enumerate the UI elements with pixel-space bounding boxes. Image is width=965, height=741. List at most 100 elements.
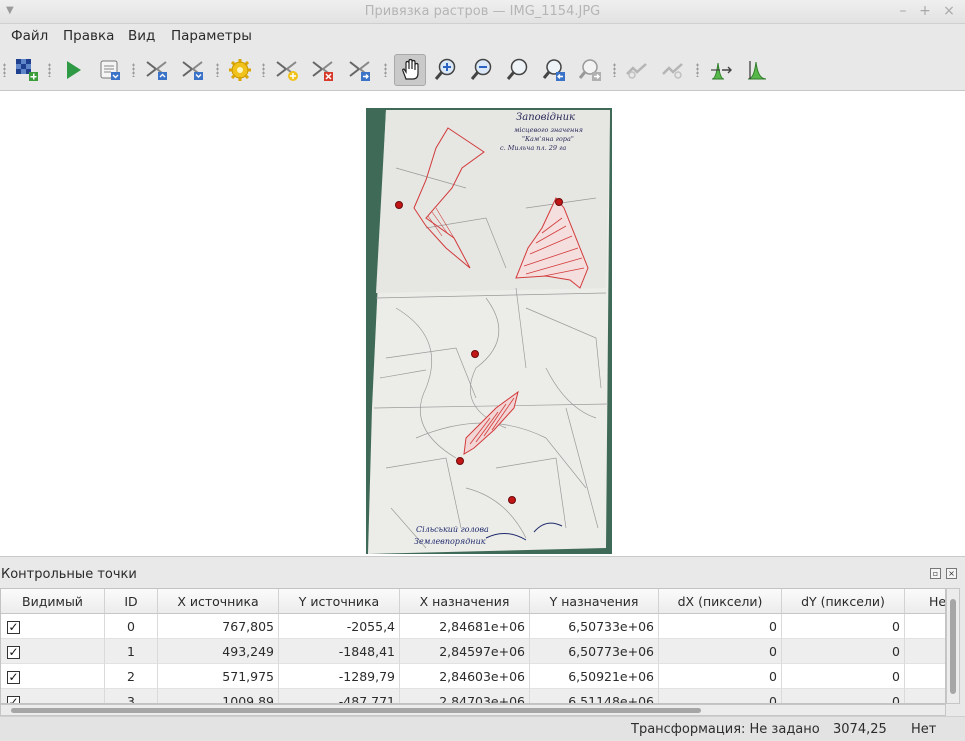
- x-src-cell[interactable]: 1009,89: [158, 689, 279, 703]
- visible-cell: ✓: [1, 614, 105, 639]
- visible-checkbox[interactable]: ✓: [7, 621, 20, 634]
- y-dst-cell[interactable]: 6,50733e+06: [530, 614, 659, 639]
- float-panel-icon[interactable]: ▫: [930, 568, 941, 579]
- x-dst-cell[interactable]: 2,84703e+06: [400, 689, 530, 703]
- table-row[interactable]: ✓ 1 493,249 -1848,41 2,84597e+06 6,50773…: [1, 639, 945, 664]
- toolbar-grip[interactable]: [3, 63, 6, 77]
- toolbar-grip[interactable]: [48, 63, 51, 77]
- column-header-dx[interactable]: dX (пиксели): [659, 589, 782, 614]
- y-dst-cell[interactable]: 6,51148e+06: [530, 689, 659, 703]
- add-point-button[interactable]: [272, 55, 302, 85]
- table-row[interactable]: ✓ 0 767,805 -2055,4 2,84681e+06 6,50733e…: [1, 614, 945, 639]
- menu-settings[interactable]: Параметры: [171, 28, 252, 44]
- menu-edit[interactable]: Правка: [63, 28, 114, 44]
- open-raster-button[interactable]: [12, 55, 42, 85]
- id-cell: 0: [105, 614, 158, 639]
- link-georef-to-qgis-button[interactable]: [622, 55, 652, 85]
- zoom-next-button[interactable]: [576, 55, 606, 85]
- delete-point-icon: [312, 61, 333, 81]
- toolbar-grip[interactable]: [384, 63, 387, 77]
- y-src-cell[interactable]: -1289,79: [279, 664, 400, 689]
- local-histogram-stretch-button[interactable]: [742, 55, 772, 85]
- local-histogram-stretch-icon: [747, 61, 767, 80]
- toolbar: [0, 49, 965, 91]
- zoom-to-layer-button[interactable]: [503, 55, 533, 85]
- delete-point-button[interactable]: [308, 55, 338, 85]
- column-header-visible[interactable]: Видимый: [1, 589, 105, 614]
- table-row[interactable]: ✓ 2 571,975 -1289,79 2,84603e+06 6,50921…: [1, 664, 945, 689]
- x-src-cell[interactable]: 767,805: [158, 614, 279, 639]
- raster-header-line-3: "Кам'яна гора": [522, 135, 574, 143]
- visible-checkbox[interactable]: ✓: [7, 646, 20, 659]
- y-src-cell[interactable]: -2055,4: [279, 614, 400, 639]
- toolbar-grip[interactable]: [613, 63, 616, 77]
- column-header-y-dst[interactable]: Y назначения: [530, 589, 659, 614]
- toolbar-grip[interactable]: [696, 63, 699, 77]
- column-header-x-dst[interactable]: X назначения: [400, 589, 530, 614]
- move-point-icon: [349, 61, 370, 81]
- visible-checkbox[interactable]: ✓: [7, 671, 20, 684]
- minimize-icon[interactable]: –: [896, 3, 910, 19]
- open-raster-icon: [16, 59, 38, 81]
- zoom-out-icon: [470, 58, 492, 80]
- visible-checkbox[interactable]: ✓: [7, 696, 20, 703]
- y-src-cell[interactable]: -487,771: [279, 689, 400, 703]
- close-icon[interactable]: ×: [942, 3, 956, 19]
- start-georef-button[interactable]: [58, 55, 88, 85]
- dx-cell: 0: [659, 639, 782, 664]
- move-point-button[interactable]: [345, 55, 375, 85]
- visible-cell: ✓: [1, 664, 105, 689]
- x-src-cell[interactable]: 571,975: [158, 664, 279, 689]
- y-dst-cell[interactable]: 6,50921e+06: [530, 664, 659, 689]
- column-header-dy[interactable]: dY (пиксели): [782, 589, 905, 614]
- y-dst-cell[interactable]: 6,50773e+06: [530, 639, 659, 664]
- column-header-id[interactable]: ID: [105, 589, 158, 614]
- close-panel-icon[interactable]: ×: [946, 568, 957, 579]
- raster-header-line-4: с. Мильча пл. 29 га: [500, 144, 566, 152]
- load-gcp-button[interactable]: [142, 55, 172, 85]
- x-dst-cell[interactable]: 2,84603e+06: [400, 664, 530, 689]
- menu-file[interactable]: Файл: [11, 28, 48, 44]
- x-dst-cell[interactable]: 2,84597e+06: [400, 639, 530, 664]
- raster-header-line-2: місцевого значення: [514, 126, 583, 134]
- zoom-last-icon: [542, 59, 565, 81]
- x-src-cell[interactable]: 493,249: [158, 639, 279, 664]
- raster-header-line-1: Заповідник: [516, 112, 575, 123]
- full-histogram-stretch-button[interactable]: [706, 55, 736, 85]
- transform-status: Трансформация: Не задано: [631, 722, 820, 737]
- full-histogram-stretch-icon: [711, 62, 732, 80]
- x-dst-cell[interactable]: 2,84681e+06: [400, 614, 530, 639]
- table-vertical-scrollbar[interactable]: [946, 588, 960, 704]
- georeferencer-canvas[interactable]: Заповідник місцевого значення "Кам'яна г…: [0, 91, 965, 556]
- crs-status[interactable]: Нет: [911, 722, 936, 737]
- menu-view[interactable]: Вид: [128, 28, 155, 44]
- visible-cell: ✓: [1, 689, 105, 703]
- settings-button[interactable]: [225, 55, 255, 85]
- table-row[interactable]: ✓ 3 1009,89 -487,771 2,84703e+06 6,51148…: [1, 689, 945, 703]
- zoom-in-button[interactable]: [431, 55, 461, 85]
- zoom-out-button[interactable]: [467, 55, 497, 85]
- id-cell: 3: [105, 689, 158, 703]
- scrollbar-thumb[interactable]: [11, 708, 701, 713]
- y-src-cell[interactable]: -1848,41: [279, 639, 400, 664]
- generate-gdal-script-icon: [100, 60, 120, 80]
- toolbar-grip[interactable]: [132, 63, 135, 77]
- dy-cell: 0: [782, 664, 905, 689]
- zoom-last-button[interactable]: [540, 55, 570, 85]
- table-horizontal-scrollbar[interactable]: [0, 704, 946, 716]
- column-header-y-src[interactable]: Y источника: [279, 589, 400, 614]
- save-gcp-button[interactable]: [178, 55, 208, 85]
- scanned-map: Заповідник місцевого значення "Кам'яна г…: [366, 108, 612, 554]
- column-header-residual[interactable]: Не: [905, 589, 945, 614]
- scrollbar-thumb[interactable]: [950, 599, 956, 694]
- maximize-icon[interactable]: +: [918, 3, 932, 19]
- generate-gdal-script-button[interactable]: [95, 55, 125, 85]
- toolbar-grip[interactable]: [216, 63, 219, 77]
- pan-button[interactable]: [394, 54, 426, 86]
- raster-image: Заповідник місцевого значення "Кам'яна г…: [366, 108, 612, 554]
- link-qgis-to-georef-icon: [662, 63, 683, 79]
- residual-cell: [905, 664, 945, 689]
- column-header-x-src[interactable]: X источника: [158, 589, 279, 614]
- toolbar-grip[interactable]: [262, 63, 265, 77]
- link-qgis-to-georef-button[interactable]: [658, 55, 688, 85]
